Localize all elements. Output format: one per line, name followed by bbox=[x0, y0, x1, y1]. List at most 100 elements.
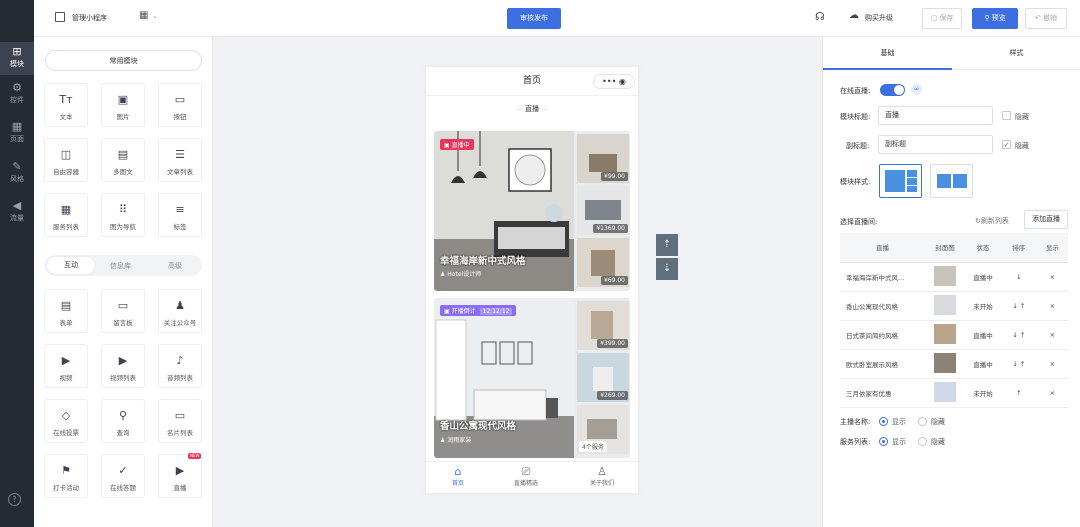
undo-button[interactable]: ↶ 撤销 bbox=[1025, 8, 1067, 29]
user-icon: ♙ bbox=[597, 465, 607, 478]
services-hide-radio[interactable] bbox=[918, 437, 927, 446]
cover-thumb bbox=[934, 294, 957, 315]
live-card[interactable]: ▣ 直播中 幸福海岸新中式风格 ♟ Hotel设计师 ¥99.00 ¥1369.… bbox=[434, 131, 630, 291]
tile-query[interactable]: ⚲ 查询 bbox=[101, 399, 145, 443]
product-thumb[interactable]: 4个服务 bbox=[577, 405, 629, 454]
product-thumb[interactable]: ¥99.00 bbox=[577, 134, 629, 183]
row-name: 香山公寓现代风格 bbox=[840, 291, 925, 321]
rail-item-traffic[interactable]: ◀ 流量 bbox=[0, 200, 34, 228]
anchor-hide-radio[interactable] bbox=[918, 417, 927, 426]
tile-text[interactable]: Tт 文本 bbox=[44, 83, 88, 127]
tile-form[interactable]: ▤ 表单 bbox=[44, 289, 88, 333]
more-services[interactable]: 4个服务 bbox=[579, 441, 607, 452]
rail-item-page[interactable]: ▦ 页面 bbox=[0, 121, 34, 149]
row-cover bbox=[924, 320, 966, 350]
delete-icon[interactable]: × bbox=[1036, 320, 1068, 350]
tile-tag[interactable]: ≡ 标签 bbox=[158, 193, 202, 237]
tab-interactive[interactable]: 互动 bbox=[47, 257, 95, 274]
publish-button[interactable]: 审核发布 bbox=[507, 8, 561, 29]
preview-button[interactable]: ⚲ 预览 bbox=[972, 8, 1018, 29]
title-input[interactable]: 直播 bbox=[878, 106, 993, 125]
chevron-down-icon[interactable]: ⌄ bbox=[152, 12, 158, 20]
tile-video-list[interactable]: ▶ 视频列表 bbox=[101, 344, 145, 388]
tile-check-in[interactable]: ⚑ 打卡活动 bbox=[44, 454, 88, 498]
live-cover-image bbox=[434, 298, 574, 458]
table-row: 香山公寓现代风格 未开始 ↓ ↑ × bbox=[840, 291, 1068, 321]
product-price: ¥1369.00 bbox=[593, 224, 628, 233]
save-button[interactable]: ▢ 保存 bbox=[922, 8, 962, 29]
capsule-menu[interactable]: ••• ◉ bbox=[593, 74, 635, 89]
common-modules-tab[interactable]: 常用模块 bbox=[45, 50, 202, 71]
tile-follow-account[interactable]: ♟ 关注公众号 bbox=[158, 289, 202, 333]
live-toggle[interactable] bbox=[880, 84, 905, 96]
help-icon[interactable]: ? bbox=[8, 493, 21, 506]
link-icon[interactable]: ∞ bbox=[911, 84, 922, 95]
anchor-label: 主播名称: bbox=[840, 418, 871, 426]
anchor-show-radio[interactable] bbox=[879, 417, 888, 426]
product-thumb[interactable]: ¥399.00 bbox=[577, 301, 629, 350]
app-name[interactable]: 管理小程序 bbox=[72, 13, 107, 23]
tile-card-list[interactable]: ▭ 名片列表 bbox=[158, 399, 202, 443]
delete-icon[interactable]: × bbox=[1036, 291, 1068, 321]
tile-video[interactable]: ▶ 视频 bbox=[44, 344, 88, 388]
nav-live-picks[interactable]: ⎚ 直播精选 bbox=[506, 465, 546, 487]
hide-title-checkbox[interactable] bbox=[1002, 111, 1011, 120]
delete-icon[interactable]: × bbox=[1036, 378, 1068, 408]
tile-image[interactable]: ▣ 图片 bbox=[101, 83, 145, 127]
delete-icon[interactable]: × bbox=[1036, 262, 1068, 292]
row-sort[interactable]: ↓ ↑ bbox=[1000, 320, 1037, 350]
nav-home[interactable]: ⌂ 首页 bbox=[440, 465, 476, 487]
product-thumb[interactable]: ¥69.00 bbox=[577, 238, 629, 287]
live-status-badge: ▣ 直播中 bbox=[440, 139, 474, 150]
live-icon: ▶ bbox=[175, 464, 185, 477]
anchor-show-label: 显示 bbox=[892, 418, 906, 426]
tile-multi-article[interactable]: ▤ 多图文 bbox=[101, 138, 145, 182]
delete-icon[interactable]: × bbox=[1036, 349, 1068, 379]
tile-service-list[interactable]: ▦ 服务列表 bbox=[44, 193, 88, 237]
subtitle-input[interactable]: 副标题 bbox=[878, 135, 993, 154]
style-option-large[interactable] bbox=[879, 164, 922, 198]
rail-item-control[interactable]: ⚙ 控件 bbox=[0, 82, 34, 110]
tile-article-list[interactable]: ☰ 文章列表 bbox=[158, 138, 202, 182]
app-icon bbox=[55, 12, 65, 22]
tile-online-quiz[interactable]: ✓ 在线答题 bbox=[101, 454, 145, 498]
move-up-icon[interactable]: ⇡ bbox=[656, 234, 678, 256]
tab-basic[interactable]: 基础 bbox=[823, 37, 952, 70]
tab-style[interactable]: 样式 bbox=[952, 37, 1080, 70]
services-show-radio[interactable] bbox=[879, 437, 888, 446]
row-sort[interactable]: ↓ ↑ bbox=[1000, 291, 1037, 321]
tab-advanced[interactable]: 高级 bbox=[168, 261, 182, 271]
upgrade-link[interactable]: 购买升级 bbox=[865, 13, 893, 23]
hide-subtitle-checkbox[interactable]: ✓ bbox=[1002, 140, 1011, 149]
row-sort[interactable]: ↓ ↑ bbox=[1000, 349, 1037, 379]
nav-about[interactable]: ♙ 关于我们 bbox=[582, 465, 622, 487]
tile-message-board[interactable]: ▭ 留言板 bbox=[101, 289, 145, 333]
tile-button[interactable]: ▭ 按钮 bbox=[158, 83, 202, 127]
tab-info-library[interactable]: 信息库 bbox=[110, 261, 131, 271]
multi-article-icon: ▤ bbox=[117, 148, 129, 161]
rail-item-module[interactable]: ⊞ 模块 bbox=[0, 42, 34, 75]
row-sort[interactable]: ↑ bbox=[1000, 378, 1037, 408]
move-down-icon[interactable]: ⇣ bbox=[656, 258, 678, 280]
tile-live[interactable]: ▶ 直播 NEW bbox=[158, 453, 202, 498]
title-label: 模块标题: bbox=[840, 113, 871, 121]
cover-thumb bbox=[934, 265, 957, 286]
tile-audio-list[interactable]: ♪ 音频列表 bbox=[158, 344, 202, 388]
col-cover: 封面图 bbox=[924, 233, 966, 263]
refresh-link[interactable]: ↻刷新列表 bbox=[975, 216, 1009, 226]
style-option-grid[interactable] bbox=[930, 164, 973, 198]
product-thumb[interactable]: ¥269.00 bbox=[577, 353, 629, 402]
live-card[interactable]: ▣ 开播倒计 12:12:12 香山公寓现代风格 ♟ 润雨家装 ¥399.00 … bbox=[434, 298, 630, 458]
dots-grid-icon: ⠿ bbox=[118, 203, 128, 216]
headset-icon[interactable]: ☊ bbox=[815, 10, 825, 23]
rail-item-style[interactable]: ✎ 风格 bbox=[0, 161, 34, 189]
tile-online-vote[interactable]: ◇ 在线投票 bbox=[44, 399, 88, 443]
tile-free-container[interactable]: ◫ 自由容器 bbox=[44, 138, 88, 182]
home-icon: ⌂ bbox=[454, 465, 462, 478]
row-sort[interactable]: ↓ bbox=[1000, 262, 1037, 292]
grid-switch-icon[interactable]: ▦ bbox=[139, 10, 148, 21]
add-live-button[interactable]: 添加直播 bbox=[1024, 210, 1068, 229]
tile-image-nav[interactable]: ⠿ 图为导航 bbox=[101, 193, 145, 237]
product-thumb[interactable]: ¥1369.00 bbox=[577, 186, 629, 235]
live-label: 在线直播: bbox=[840, 87, 871, 95]
